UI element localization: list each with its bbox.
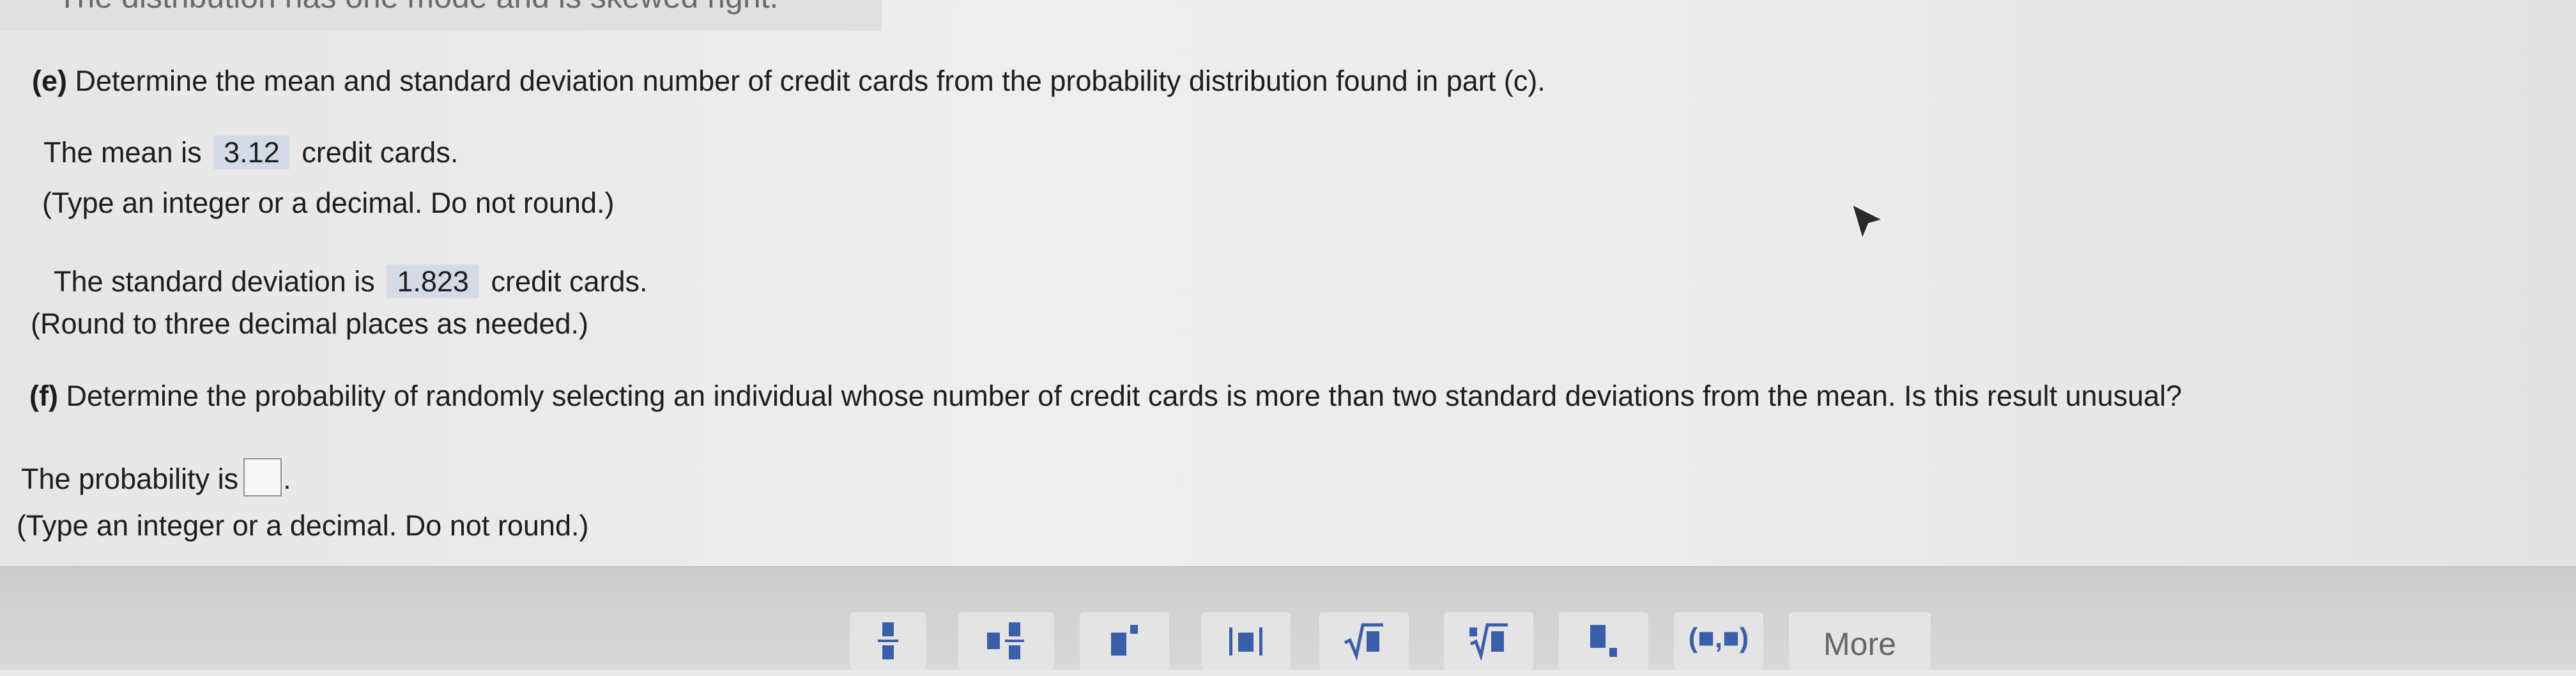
math-toolbar: (■,■) More: [0, 566, 2576, 670]
nth-root-button[interactable]: [1444, 612, 1533, 670]
part-f-question-text: Determine the probability of randomly se…: [66, 380, 2182, 412]
sd-suffix: credit cards.: [491, 265, 648, 298]
fraction-icon: [878, 622, 898, 659]
part-e-question: (e) Determine the mean and standard devi…: [32, 66, 1545, 95]
sd-hint: (Round to three decimal places as needed…: [31, 307, 589, 340]
ordered-pair-icon: (■,■): [1688, 622, 1749, 654]
absolute-value-icon: [1229, 627, 1262, 656]
nth-root-icon: [1469, 623, 1508, 661]
exponent-icon: [1111, 625, 1138, 656]
mixed-number-button[interactable]: [958, 612, 1054, 670]
previous-answer-strip: The distribution has one mode and is ske…: [0, 0, 882, 31]
more-button[interactable]: More: [1789, 612, 1931, 670]
part-e-letter: (e): [32, 65, 67, 97]
sd-prefix: The standard deviation is: [54, 265, 375, 298]
probability-suffix: .: [283, 463, 291, 495]
previous-answer-text: The distribution has one mode and is ske…: [57, 0, 778, 15]
sd-line: The standard deviation is 1.823 credit c…: [54, 265, 648, 298]
part-f-letter: (f): [29, 380, 58, 412]
mouse-cursor-icon: [1851, 203, 1884, 241]
mean-line: The mean is 3.12 credit cards.: [43, 135, 458, 169]
fraction-button[interactable]: [850, 612, 926, 670]
mean-answer-field[interactable]: 3.12: [213, 135, 290, 169]
probability-line: The probability is.: [21, 458, 291, 496]
mean-prefix: The mean is: [43, 136, 202, 169]
absolute-value-button[interactable]: [1201, 612, 1291, 670]
part-f-question: (f) Determine the probability of randoml…: [29, 381, 2182, 410]
probability-prefix: The probability is: [21, 463, 239, 495]
square-root-icon: [1344, 623, 1383, 661]
sd-answer-field[interactable]: 1.823: [387, 265, 479, 298]
subscript-icon: [1590, 625, 1617, 657]
mean-hint: (Type an integer or a decimal. Do not ro…: [42, 187, 615, 219]
probability-input[interactable]: [243, 458, 282, 496]
exponent-button[interactable]: [1080, 612, 1169, 670]
page: The distribution has one mode and is ske…: [0, 0, 2576, 670]
ordered-pair-button[interactable]: (■,■): [1674, 612, 1763, 670]
part-e-question-text: Determine the mean and standard deviatio…: [75, 65, 1545, 97]
probability-hint: (Type an integer or a decimal. Do not ro…: [17, 509, 589, 542]
mean-suffix: credit cards.: [302, 136, 459, 169]
square-root-button[interactable]: [1319, 612, 1409, 670]
subscript-button[interactable]: [1559, 612, 1648, 670]
mixed-number-icon: [987, 622, 1024, 659]
